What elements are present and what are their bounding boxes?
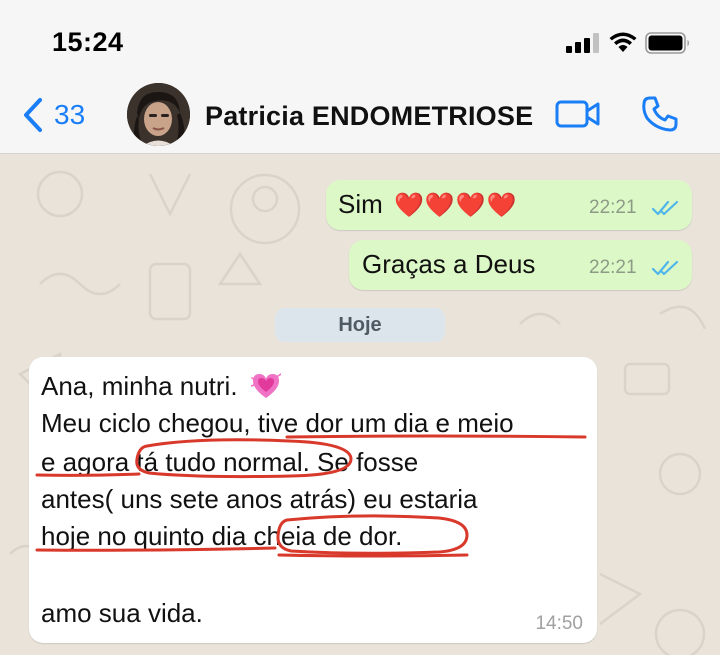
contact-avatar[interactable] — [127, 83, 190, 146]
message-bubble-outgoing[interactable]: Graças a Deus 22:21 — [349, 240, 692, 290]
chevron-left-icon — [24, 98, 42, 132]
contact-name[interactable]: Patricia ENDOMETRIOSE — [205, 101, 533, 132]
message-line: amo sua vida. — [41, 598, 203, 628]
message-line: Meu ciclo chegou, tive dor um dia e meio — [41, 408, 514, 438]
back-button[interactable]: 33 — [20, 95, 85, 135]
message-bubble-outgoing[interactable]: Sim ❤️❤️❤️❤️ 22:21 — [326, 180, 692, 230]
beating-heart-emoji-icon — [250, 373, 281, 398]
status-bar: 15:24 — [0, 0, 720, 82]
status-time: 15:24 — [52, 27, 124, 57]
underline-annotation — [277, 553, 469, 558]
unread-count: 33 — [54, 99, 86, 130]
message-line: hoje no quinto dia cheia de dor. — [41, 521, 403, 551]
wifi-icon — [609, 32, 637, 52]
message-time: 22:21 — [589, 257, 637, 278]
chat-header: 33 Patricia ENDOMETRIOSE — [0, 82, 720, 154]
battery-icon — [645, 32, 689, 54]
message-bubble-incoming[interactable]: Ana, minha nutri. Meu ciclo chegou, tive… — [29, 357, 597, 643]
message-line: antes( uns sete anos atrás) eu estaria — [41, 484, 478, 514]
message-line: e agora tá tudo normal. Se fosse — [41, 447, 419, 477]
hearts-emoji: ❤️❤️❤️❤️ — [394, 192, 518, 219]
read-receipt-icon — [651, 200, 679, 216]
message-time: 14:50 — [535, 613, 583, 634]
cellular-signal-icon — [566, 33, 599, 53]
message-text: Sim — [338, 189, 383, 219]
message-time: 22:21 — [589, 197, 637, 218]
date-separator: Hoje — [275, 308, 445, 342]
message-text: Graças a Deus — [362, 249, 536, 279]
chat-area[interactable]: Sim ❤️❤️❤️❤️ 22:21 Graças a Deus 22:21 H… — [0, 154, 720, 655]
message-line: Ana, minha nutri. — [41, 371, 281, 402]
phone-call-icon[interactable] — [641, 95, 679, 133]
video-call-icon[interactable] — [555, 98, 601, 130]
read-receipt-icon — [651, 260, 679, 276]
